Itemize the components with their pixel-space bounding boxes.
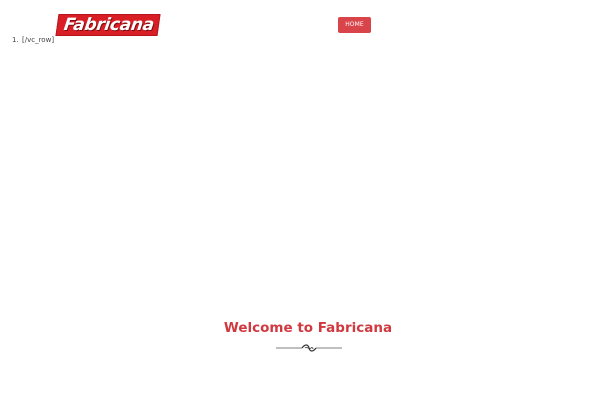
- logo-text: Fabricana: [62, 15, 156, 35]
- ornamental-divider-icon: [276, 344, 342, 352]
- welcome-heading: Welcome to Fabricana: [223, 320, 393, 336]
- nav-home-button[interactable]: HOME: [338, 17, 371, 33]
- list-item-text: [/vc_row]: [22, 36, 55, 44]
- list-item-number: 1.: [12, 36, 19, 44]
- list-item: 1. [/vc_row]: [12, 36, 54, 45]
- site-logo[interactable]: Fabricana: [55, 14, 161, 36]
- site-header: Fabricana HOME: [0, 0, 600, 36]
- shortcode-list: 1. [/vc_row]: [12, 36, 54, 45]
- page: Fabricana HOME 1. [/vc_row] Welcome to Fa…: [0, 0, 600, 400]
